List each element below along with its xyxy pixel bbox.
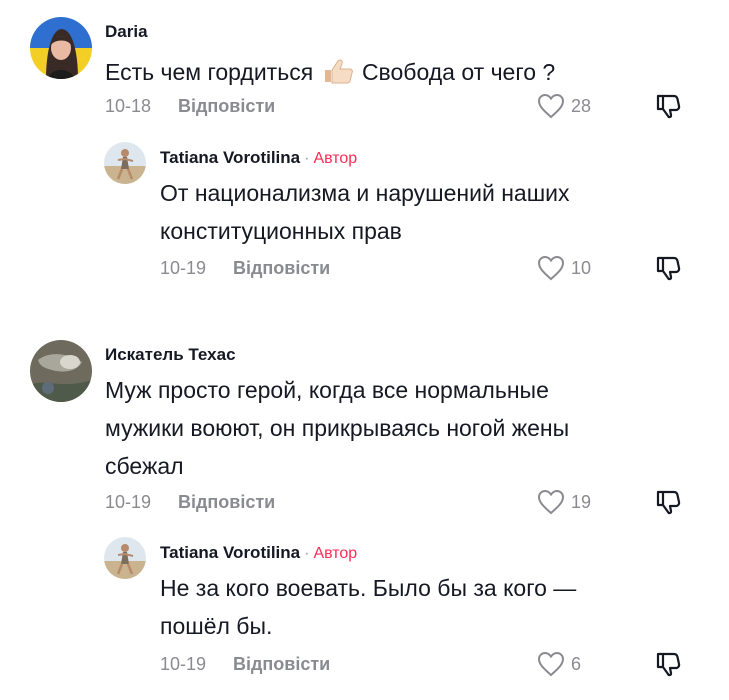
like-button[interactable]: 28 — [537, 93, 591, 119]
heart-icon — [537, 489, 565, 515]
avatar-iskatel[interactable] — [30, 340, 92, 402]
reply-username[interactable]: Tatiana Vorotilina · Автор — [160, 543, 357, 563]
author-tag-label: Автор — [313, 150, 358, 167]
comment-username[interactable]: Daria — [105, 22, 148, 42]
like-count: 19 — [571, 491, 592, 512]
like-count: 28 — [571, 95, 592, 116]
reply-text-line: пошёл бы. — [160, 613, 273, 639]
reply-text-line: Не за кого воевать. Было бы за кого — — [160, 575, 577, 601]
comment-text-line: Муж просто герой, когда все нормальные — [105, 377, 549, 403]
author-tag-label: Автор — [313, 545, 358, 562]
heart-icon — [537, 255, 565, 281]
thumbs-down-icon — [656, 652, 681, 677]
thumbs-up-emoji-icon — [322, 57, 354, 95]
comment-text: Муж просто герой, когда все нормальные м… — [105, 371, 569, 485]
dislike-button[interactable] — [655, 93, 681, 124]
heart-icon — [537, 93, 565, 119]
reply-date: 10-19 — [160, 654, 207, 674]
reply-button[interactable]: Відповісти — [233, 258, 330, 279]
reply-text: От национализма и нарушений наших консти… — [160, 174, 570, 250]
comment-text-part: Есть чем гордиться — [105, 59, 314, 85]
reply-text-line: От национализма и нарушений наших — [160, 180, 570, 206]
reply-text: Не за кого воевать. Было бы за кого — по… — [160, 569, 576, 645]
like-count: 6 — [571, 653, 582, 674]
avatar-tatiana[interactable] — [104, 142, 146, 184]
reply-username[interactable]: Tatiana Vorotilina · Автор — [160, 148, 357, 168]
reply-button[interactable]: Відповісти — [178, 492, 275, 513]
avatar-tatiana[interactable] — [104, 537, 146, 579]
reply-button[interactable]: Відповісти — [178, 96, 275, 117]
avatar-daria[interactable] — [30, 17, 92, 79]
like-button[interactable]: 10 — [537, 255, 591, 281]
comment-text-line: мужики воюют, он прикрываясь ногой жены — [105, 415, 570, 441]
dislike-button[interactable] — [655, 489, 681, 520]
comment-text-line: сбежал — [105, 453, 184, 479]
thumbs-down-icon — [656, 490, 681, 515]
comment-text: Есть чем гордиться Свобода от чего ? — [105, 53, 555, 95]
reply-username-text: Tatiana Vorotilina — [160, 148, 301, 167]
dislike-button[interactable] — [655, 651, 681, 682]
reply-date: 10-19 — [160, 258, 207, 278]
reply-button[interactable]: Відповісти — [233, 654, 330, 675]
dislike-button[interactable] — [655, 255, 681, 286]
thumbs-down-icon — [656, 256, 681, 281]
author-tag: · Автор — [304, 150, 358, 167]
like-button[interactable]: 19 — [537, 489, 591, 515]
reply-text-line: конституционных прав — [160, 218, 402, 244]
author-tag: · Автор — [304, 545, 358, 562]
heart-icon — [537, 651, 565, 677]
reply-username-text: Tatiana Vorotilina — [160, 543, 301, 562]
like-button[interactable]: 6 — [537, 651, 581, 677]
thumbs-down-icon — [656, 94, 681, 119]
like-count: 10 — [571, 257, 592, 278]
comment-date: 10-18 — [105, 96, 152, 116]
comment-text-part: Свобода от чего ? — [361, 59, 556, 85]
comment-date: 10-19 — [105, 492, 152, 512]
comment-username[interactable]: Искатель Техас — [105, 345, 236, 365]
